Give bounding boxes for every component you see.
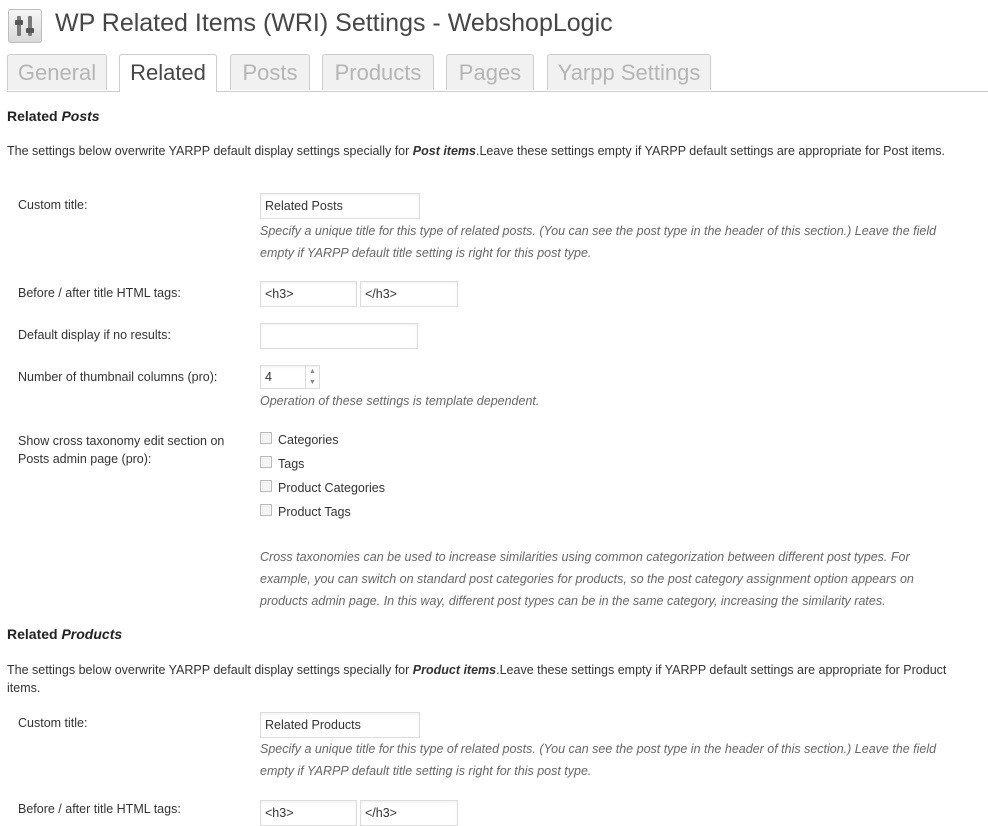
settings-sliders-icon [8, 9, 42, 43]
section-heading-posts: Related Posts [7, 108, 100, 124]
section-description-products: The settings below overwrite YARPP defau… [7, 661, 967, 697]
page-title: WP Related Items (WRI) Settings - Websho… [55, 9, 613, 37]
desc-text: The settings below overwrite YARPP defau… [7, 144, 413, 158]
page-header [8, 8, 42, 44]
checkbox-tags[interactable] [260, 456, 272, 468]
heading-emphasis: Products [61, 626, 123, 642]
before-tag-input[interactable] [260, 281, 357, 307]
custom-title-hint-products: Specify a unique title for this type of … [260, 742, 937, 778]
desc-text: The settings below overwrite YARPP defau… [7, 663, 413, 677]
desc-emphasis: Post items [412, 144, 476, 158]
custom-title-hint: Specify a unique title for this type of … [260, 224, 937, 260]
custom-title-label-products: Custom title: [18, 716, 88, 730]
section-description-posts: The settings below overwrite YARPP defau… [7, 142, 967, 160]
section-heading-products: Related Products [7, 626, 122, 642]
checkbox-label-product-categories: Product Categories [278, 481, 386, 495]
custom-title-label: Custom title: [18, 198, 88, 212]
checkbox-label-categories: Categories [278, 433, 339, 447]
no-results-label: Default display if no results: [18, 328, 171, 342]
checkbox-label-tags: Tags [278, 457, 305, 471]
tab-related[interactable]: Related [119, 54, 217, 92]
title-tags-label-products: Before / after title HTML tags: [18, 802, 181, 816]
thumbnail-columns-hint: Operation of these settings is template … [260, 394, 540, 408]
tab-yarpp-settings[interactable]: Yarpp Settings [547, 54, 711, 90]
tab-bar: General Related Posts Products Pages Yar… [7, 54, 988, 92]
after-tag-input-products[interactable] [360, 800, 458, 826]
thumbnail-columns-label: Number of thumbnail columns (pro): [18, 370, 218, 384]
desc-text: .Leave these settings empty if YARPP def… [475, 144, 945, 158]
cross-taxonomy-hint: Cross taxonomies can be used to increase… [260, 550, 914, 608]
heading-emphasis: Posts [61, 108, 100, 124]
heading-text: Related [7, 108, 62, 124]
before-tag-input-products[interactable] [260, 800, 357, 826]
no-results-input[interactable] [260, 323, 418, 349]
title-tags-label: Before / after title HTML tags: [18, 286, 181, 300]
spin-down-icon[interactable]: ▼ [306, 377, 319, 388]
tab-products[interactable]: Products [322, 54, 434, 90]
checkbox-product-categories[interactable] [260, 480, 272, 492]
spin-up-icon[interactable]: ▲ [306, 366, 319, 377]
custom-title-input[interactable] [260, 193, 420, 219]
tab-general[interactable]: General [7, 54, 107, 90]
desc-emphasis: Product items [412, 663, 497, 677]
number-spinner[interactable]: ▲ ▼ [305, 366, 319, 388]
checkbox-categories[interactable] [260, 432, 272, 444]
heading-text: Related [7, 626, 62, 642]
tab-pages[interactable]: Pages [446, 54, 534, 90]
checkbox-product-tags[interactable] [260, 504, 272, 516]
cross-taxonomy-label: Show cross taxonomy edit section on Post… [18, 434, 225, 466]
after-tag-input[interactable] [360, 281, 458, 307]
tab-posts[interactable]: Posts [230, 54, 310, 90]
checkbox-label-product-tags: Product Tags [278, 505, 351, 519]
custom-title-input-products[interactable] [260, 712, 420, 738]
